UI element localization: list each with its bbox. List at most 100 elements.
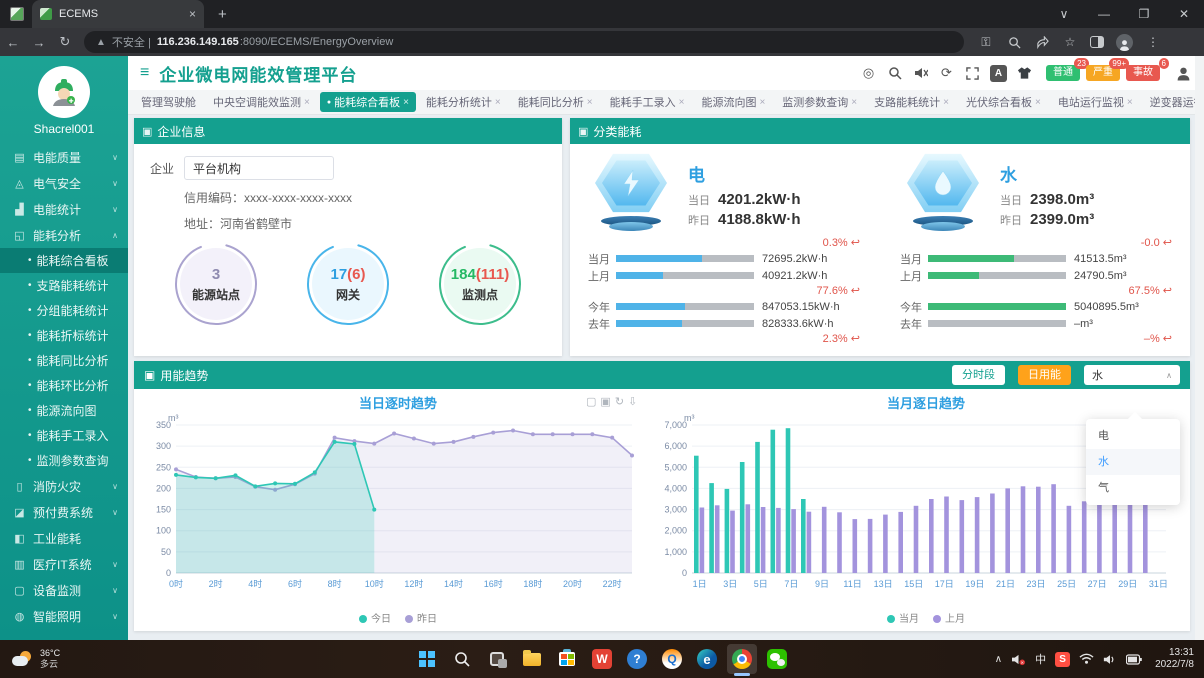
sidebar-subitem-能耗同比分析[interactable]: 能耗同比分析: [0, 348, 128, 373]
tab-电站运行监视[interactable]: 电站运行监视×: [1051, 92, 1140, 112]
dropdown-option-电[interactable]: 电: [1086, 423, 1180, 449]
forward-icon[interactable]: →: [26, 35, 52, 50]
user-icon[interactable]: [1175, 65, 1192, 82]
minimize-button[interactable]: —: [1084, 0, 1124, 28]
zoom-icon[interactable]: [1006, 34, 1022, 50]
tab-close-icon[interactable]: ×: [679, 97, 685, 108]
tab-监测参数查询[interactable]: 监测参数查询×: [775, 92, 864, 112]
sidebar-item-预付费系统[interactable]: ◪预付费系统∨: [0, 499, 128, 525]
taskbar-search-icon[interactable]: [447, 644, 477, 674]
tab-能耗分析统计[interactable]: 能耗分析统计×: [419, 92, 508, 112]
menu-toggle-icon[interactable]: ≡: [140, 64, 149, 82]
period-button[interactable]: 分时段: [952, 365, 1005, 385]
tab-close-icon[interactable]: ×: [304, 97, 310, 108]
sidebar-subitem-监测参数查询[interactable]: 监测参数查询: [0, 448, 128, 473]
sidebar-item-电能统计[interactable]: ▟电能统计∨: [0, 196, 128, 222]
translate-icon[interactable]: A: [990, 65, 1007, 82]
scrollbar[interactable]: [1195, 56, 1204, 640]
sidebar-item-电气安全[interactable]: ◬电气安全∨: [0, 170, 128, 196]
edge-icon[interactable]: e: [692, 644, 722, 674]
sidebar-subitem-分组能耗统计[interactable]: 分组能耗统计: [0, 298, 128, 323]
legend-item-上月[interactable]: 上月: [933, 610, 965, 625]
toolbox-download-icon[interactable]: ⇩: [628, 396, 641, 408]
tab-close-icon[interactable]: ×: [1035, 97, 1041, 108]
sidebar-subitem-能源流向图[interactable]: 能源流向图: [0, 398, 128, 423]
side-panel-icon[interactable]: [1090, 36, 1104, 48]
reload-icon[interactable]: ↻: [52, 34, 78, 50]
back-icon[interactable]: ←: [0, 35, 26, 50]
sidebar-item-电能质量[interactable]: ▤电能质量∨: [0, 144, 128, 170]
tab-close-icon[interactable]: ×: [189, 7, 196, 21]
volume-icon[interactable]: [1103, 653, 1117, 666]
sidebar-subitem-支路能耗统计[interactable]: 支路能耗统计: [0, 273, 128, 298]
legend-item-当月[interactable]: 当月: [887, 610, 919, 625]
sidebar-item-消防火灾[interactable]: ▯消防火灾∨: [0, 473, 128, 499]
toolbox-refresh-icon[interactable]: ↻: [615, 396, 628, 408]
user-avatar[interactable]: ✚: [38, 66, 90, 118]
tab-search-chevron-icon[interactable]: ∨: [1044, 0, 1084, 28]
tab-close-icon[interactable]: ×: [943, 97, 949, 108]
tab-支路能耗统计[interactable]: 支路能耗统计×: [867, 92, 956, 112]
tab-close-icon[interactable]: ×: [403, 97, 409, 108]
wifi-icon[interactable]: [1079, 653, 1094, 665]
sidebar-item-能耗分析[interactable]: ◱能耗分析∧: [0, 222, 128, 248]
tab-close-icon[interactable]: ×: [759, 97, 765, 108]
toolbox-box-icon[interactable]: ▢: [586, 396, 600, 408]
browser-tab[interactable]: ECEMS ×: [32, 0, 204, 28]
task-view-icon[interactable]: [482, 644, 512, 674]
wechat-icon[interactable]: [762, 644, 792, 674]
address-bar[interactable]: ▲ 不安全 | 116.236.149.165 :8090/ECEMS/Ener…: [84, 31, 964, 53]
search-icon[interactable]: [886, 65, 903, 82]
profile-avatar-icon[interactable]: [1116, 34, 1133, 51]
sidebar-subitem-能耗折标统计[interactable]: 能耗折标统计: [0, 323, 128, 348]
tab-能耗综合看板[interactable]: 能耗综合看板×: [320, 92, 416, 112]
tab-中央空调能效监测[interactable]: 中央空调能效监测×: [206, 92, 317, 112]
sidebar-item-智能照明[interactable]: ◍智能照明∨: [0, 603, 128, 629]
company-input[interactable]: [184, 156, 334, 180]
legend-item-昨日[interactable]: 昨日: [405, 610, 437, 625]
password-key-icon[interactable]: ⚿: [978, 34, 994, 50]
refresh-icon[interactable]: ⟳: [938, 65, 955, 82]
file-explorer-icon[interactable]: [517, 644, 547, 674]
sidebar-subitem-能耗环比分析[interactable]: 能耗环比分析: [0, 373, 128, 398]
tab-close-icon[interactable]: ×: [587, 97, 593, 108]
share-icon[interactable]: [1034, 34, 1050, 50]
maximize-button[interactable]: ❐: [1124, 0, 1164, 28]
sidebar-subitem-能耗综合看板[interactable]: 能耗综合看板: [0, 248, 128, 273]
theme-shirt-icon[interactable]: [1016, 65, 1033, 82]
tab-能源流向图[interactable]: 能源流向图×: [694, 92, 772, 112]
new-tab-button[interactable]: +: [218, 6, 227, 23]
dropdown-option-水[interactable]: 水: [1086, 449, 1180, 475]
audio-muted-icon[interactable]: ×: [1011, 653, 1026, 666]
ime-indicator[interactable]: 中: [1035, 651, 1046, 667]
toolbox-box2-icon[interactable]: ▣: [600, 396, 614, 408]
help-app-icon[interactable]: ?: [622, 644, 652, 674]
close-button[interactable]: ✕: [1164, 0, 1204, 28]
dropdown-option-气[interactable]: 气: [1086, 475, 1180, 501]
chart-toolbox[interactable]: ▢▣↻⇩: [586, 395, 641, 408]
start-button[interactable]: [412, 644, 442, 674]
fullscreen-icon[interactable]: [964, 65, 981, 82]
tray-expand-icon[interactable]: ∧: [995, 654, 1002, 665]
target-icon[interactable]: ◎: [860, 65, 877, 82]
tab-光伏综合看板[interactable]: 光伏综合看板×: [959, 92, 1048, 112]
daily-energy-button[interactable]: 日用能: [1018, 365, 1071, 385]
tab-close-icon[interactable]: ×: [495, 97, 501, 108]
mute-icon[interactable]: [912, 65, 929, 82]
sidebar-item-医疗IT系统[interactable]: ▥医疗IT系统∨: [0, 551, 128, 577]
sidebar-subitem-能耗手工录入[interactable]: 能耗手工录入: [0, 423, 128, 448]
tab-close-icon[interactable]: ×: [1127, 97, 1133, 108]
energy-type-select[interactable]: 水 ∧: [1084, 365, 1180, 385]
alarm-badge[interactable]: 普通23: [1046, 65, 1080, 81]
clock[interactable]: 13:312022/7/8: [1155, 647, 1194, 671]
wps-icon[interactable]: W: [587, 644, 617, 674]
tab-管理驾驶舱[interactable]: 管理驾驶舱: [134, 92, 203, 112]
sidebar-item-工业能耗[interactable]: ◧工业能耗: [0, 525, 128, 551]
weather-widget[interactable]: 36°C多云: [12, 648, 60, 670]
legend-item-今日[interactable]: 今日: [359, 610, 391, 625]
sidebar-item-设备监测[interactable]: ▢设备监测∨: [0, 577, 128, 603]
sogou-icon[interactable]: S: [1055, 652, 1070, 667]
alarm-badge[interactable]: 事故6: [1126, 65, 1160, 81]
tab-能耗手工录入[interactable]: 能耗手工录入×: [603, 92, 692, 112]
battery-icon[interactable]: [1126, 654, 1142, 665]
